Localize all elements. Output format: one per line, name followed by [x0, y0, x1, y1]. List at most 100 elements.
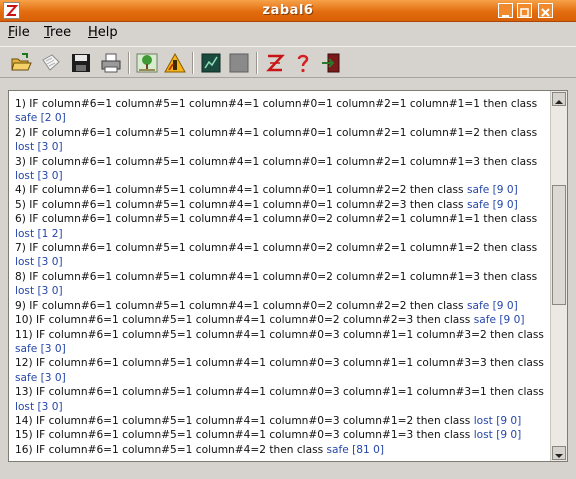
rule-line: 9) IF column#6=1 column#5=1 column#4=1 c… — [15, 299, 545, 313]
scroll-up-button[interactable] — [552, 92, 566, 106]
rule-condition: 9) IF column#6=1 column#5=1 column#4=1 c… — [15, 299, 464, 312]
rule-class: lost — [15, 227, 35, 240]
rule-counts: [3 0] — [40, 342, 66, 355]
rule-condition: 5) IF column#6=1 column#5=1 column#4=1 c… — [15, 198, 464, 211]
save-button[interactable] — [68, 50, 94, 76]
z-logo-icon — [266, 54, 285, 72]
scroll-up-arrow-icon — [555, 100, 563, 104]
title-bar[interactable]: zabal6 — [0, 0, 576, 22]
rule-line: 5) IF column#6=1 column#5=1 column#4=1 c… — [15, 198, 545, 212]
rule-condition: 15) IF column#6=1 column#5=1 column#4=1 … — [15, 429, 471, 442]
rule-line: 13) IF column#6=1 column#5=1 column#4=1 … — [15, 385, 545, 414]
rule-counts: [3 0] — [37, 400, 63, 413]
rule-line: 8) IF column#6=1 column#5=1 column#4=1 c… — [15, 270, 545, 299]
rule-class: safe — [466, 184, 490, 197]
rule-counts: [3 0] — [40, 371, 66, 384]
new-document-icon — [42, 54, 60, 71]
rule-counts: [9 0] — [496, 414, 522, 427]
rule-condition: 10) IF column#6=1 column#5=1 column#4=1 … — [15, 314, 471, 327]
menu-help[interactable]: Help — [88, 25, 118, 40]
rule-class: lost — [15, 256, 35, 269]
tree-icon — [136, 53, 158, 73]
rule-line: 15) IF column#6=1 column#5=1 column#4=1 … — [15, 428, 545, 442]
rule-condition: 2) IF column#6=1 column#5=1 column#4=1 c… — [15, 126, 538, 139]
help-button[interactable] — [290, 50, 316, 76]
rule-condition: 13) IF column#6=1 column#5=1 column#4=1 … — [15, 386, 544, 399]
rule-condition: 11) IF column#6=1 column#5=1 column#4=1 … — [15, 328, 544, 341]
rule-class: safe — [466, 198, 490, 211]
rule-line: 14) IF column#6=1 column#5=1 column#4=1 … — [15, 414, 545, 428]
gray-square-icon — [229, 53, 249, 73]
rule-counts: [3 0] — [37, 256, 63, 269]
rule-class: lost — [473, 429, 493, 442]
rule-line: 7) IF column#6=1 column#5=1 column#4=1 c… — [15, 241, 545, 270]
rule-condition: 12) IF column#6=1 column#5=1 column#4=1 … — [15, 357, 544, 370]
rule-counts: [9 0] — [492, 184, 518, 197]
maximize-button[interactable] — [517, 3, 532, 18]
rule-counts: [3 0] — [37, 170, 63, 183]
scroll-down-arrow-icon — [555, 454, 563, 458]
rule-line: 16) IF column#6=1 column#5=1 column#4=2 … — [15, 443, 545, 457]
save-icon — [72, 54, 90, 72]
rule-condition: 16) IF column#6=1 column#5=1 column#4=2 … — [15, 443, 324, 456]
rule-condition: 6) IF column#6=1 column#5=1 column#4=1 c… — [15, 213, 538, 226]
warning-icon — [164, 52, 186, 73]
minimize-button[interactable] — [498, 3, 513, 18]
minimize-icon — [502, 15, 509, 17]
rule-condition: 8) IF column#6=1 column#5=1 column#4=1 c… — [15, 270, 538, 283]
rule-line: 12) IF column#6=1 column#5=1 column#4=1 … — [15, 356, 545, 385]
scroll-down-button[interactable] — [552, 446, 566, 460]
rule-counts: [3 0] — [37, 141, 63, 154]
rule-line: 2) IF column#6=1 column#5=1 column#4=1 c… — [15, 126, 545, 155]
exit-button[interactable] — [318, 50, 344, 76]
toolbar-separator — [192, 52, 194, 74]
rule-class: safe — [473, 314, 496, 327]
rule-line: 11) IF column#6=1 column#5=1 column#4=1 … — [15, 328, 545, 357]
z-logo-button[interactable] — [262, 50, 288, 76]
rule-class: lost — [15, 400, 35, 413]
rules-text-area[interactable]: 1) IF column#6=1 column#5=1 column#4=1 c… — [8, 90, 568, 462]
rule-line: 3) IF column#6=1 column#5=1 column#4=1 c… — [15, 155, 545, 184]
chart-icon — [201, 53, 221, 73]
rule-class: safe — [15, 371, 38, 384]
rule-counts: [2 0] — [40, 112, 66, 125]
rule-class: lost — [15, 285, 35, 298]
rule-condition: 3) IF column#6=1 column#5=1 column#4=1 c… — [15, 155, 538, 168]
rule-line: 10) IF column#6=1 column#5=1 column#4=1 … — [15, 313, 545, 327]
toolbar-separator — [128, 52, 130, 74]
menu-tree[interactable]: Tree — [44, 25, 71, 40]
rules-list: 1) IF column#6=1 column#5=1 column#4=1 c… — [15, 97, 545, 457]
rule-counts: [81 0] — [352, 443, 384, 456]
rule-class: safe — [326, 443, 349, 456]
vertical-scrollbar[interactable] — [550, 91, 567, 461]
new-document-button[interactable] — [38, 50, 64, 76]
rule-counts: [9 0] — [496, 429, 522, 442]
rule-condition: 7) IF column#6=1 column#5=1 column#4=1 c… — [15, 242, 538, 255]
exit-icon — [322, 53, 340, 73]
rule-class: lost — [15, 170, 35, 183]
rule-counts: [3 0] — [37, 285, 63, 298]
tree-button[interactable] — [134, 50, 160, 76]
rule-counts: [1 2] — [37, 227, 63, 240]
gray-square-button[interactable] — [226, 50, 252, 76]
toolbar — [0, 46, 576, 78]
close-icon — [541, 8, 550, 17]
chart-button[interactable] — [198, 50, 224, 76]
menu-file[interactable]: File — [8, 25, 30, 40]
warning-button[interactable] — [162, 50, 188, 76]
menu-bar: File Tree Help — [0, 22, 576, 44]
rule-class: safe — [15, 112, 38, 125]
rule-line: 1) IF column#6=1 column#5=1 column#4=1 c… — [15, 97, 545, 126]
scrollbar-thumb[interactable] — [552, 185, 566, 305]
rule-class: lost — [473, 414, 493, 427]
rule-counts: [9 0] — [499, 314, 525, 327]
open-button[interactable] — [8, 50, 34, 76]
rule-class: safe — [15, 342, 38, 355]
toolbar-separator — [256, 52, 258, 74]
rule-condition: 14) IF column#6=1 column#5=1 column#4=1 … — [15, 414, 471, 427]
open-folder-icon — [11, 53, 32, 71]
rule-class: lost — [15, 141, 35, 154]
print-button[interactable] — [98, 50, 124, 76]
window-title: zabal6 — [262, 3, 314, 18]
close-button[interactable] — [538, 3, 553, 18]
